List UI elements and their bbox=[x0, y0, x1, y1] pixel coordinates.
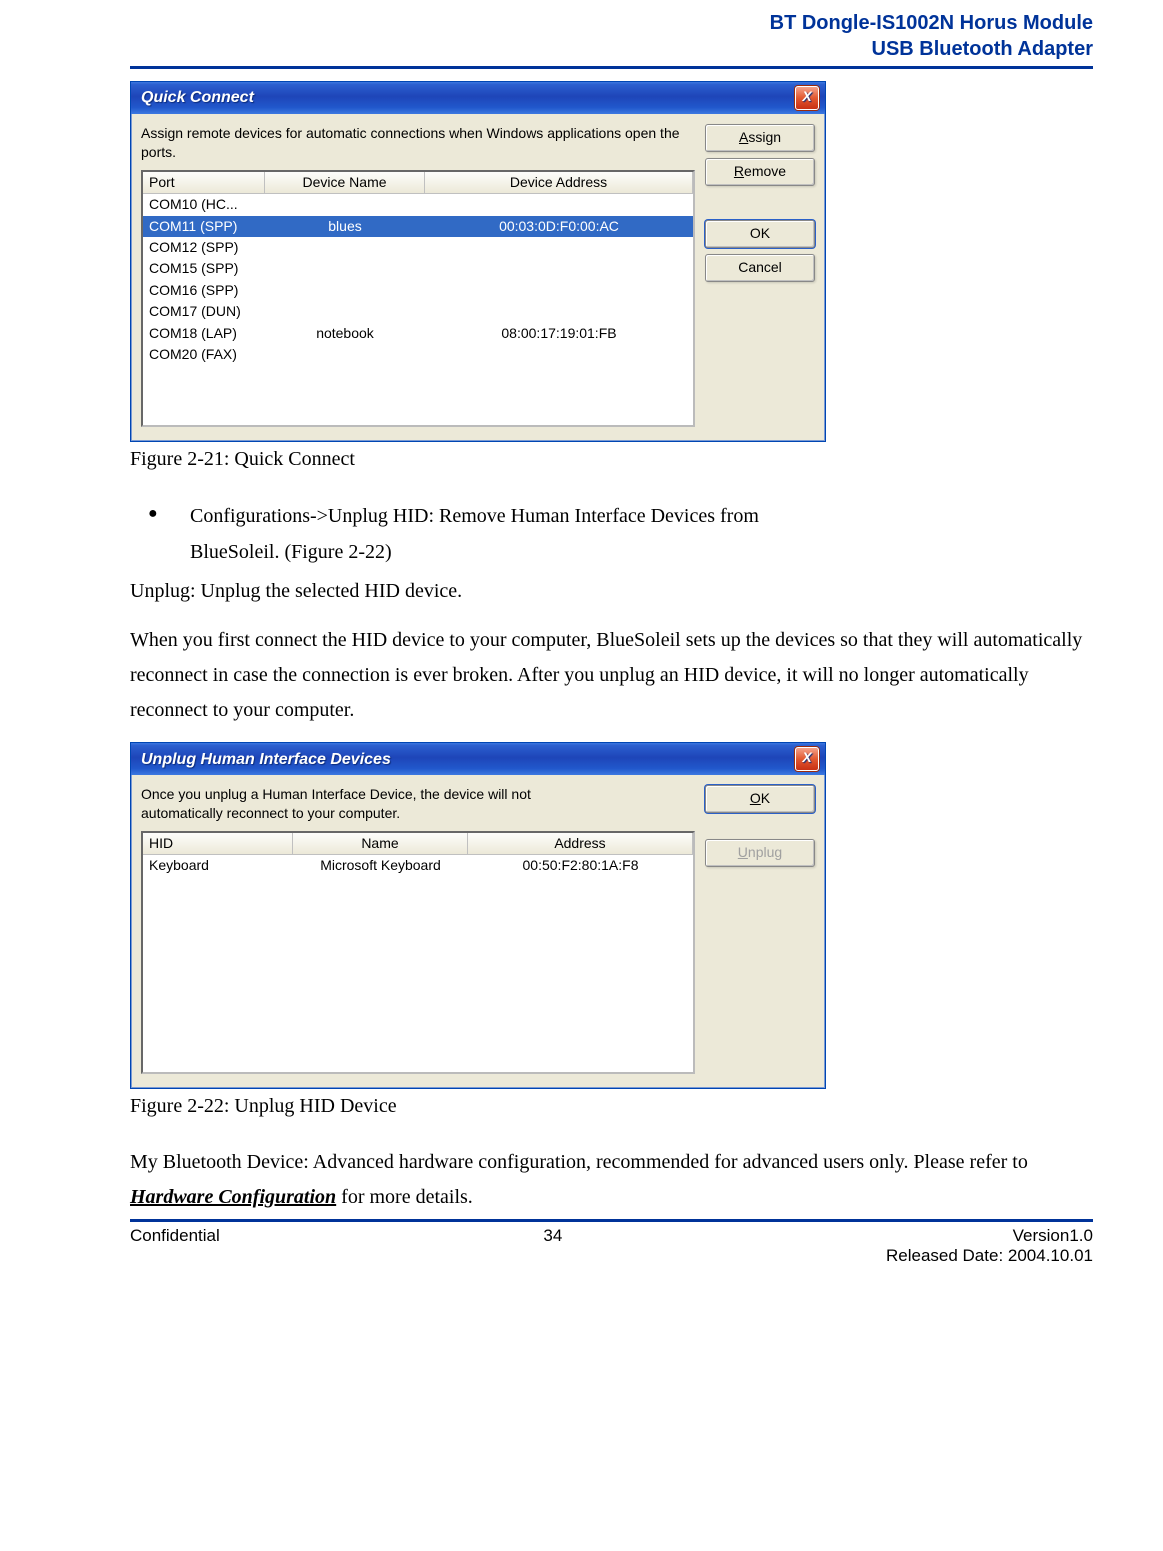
figure-caption-1: Figure 2-21: Quick Connect bbox=[130, 448, 1093, 470]
header-line-1: BT Dongle-IS1002N Horus Module bbox=[130, 10, 1093, 36]
column-address[interactable]: Address bbox=[468, 833, 693, 854]
hardware-configuration-link[interactable]: Hardware Configuration bbox=[130, 1186, 336, 1208]
column-device-name[interactable]: Device Name bbox=[265, 172, 425, 193]
listview-header: HID Name Address bbox=[143, 833, 693, 855]
assign-button[interactable]: Assign bbox=[705, 124, 815, 152]
quick-connect-dialog: Quick Connect X Assign remote devices fo… bbox=[130, 81, 826, 442]
table-row[interactable]: Keyboard Microsoft Keyboard 00:50:F2:80:… bbox=[143, 855, 693, 876]
table-row[interactable]: COM11 (SPP) blues 00:03:0D:F0:00:AC bbox=[143, 216, 693, 237]
footer-page-number: 34 bbox=[543, 1226, 562, 1266]
unplug-button[interactable]: Unplug bbox=[705, 839, 815, 867]
table-row[interactable]: COM10 (HC... bbox=[143, 194, 693, 215]
header-line-2: USB Bluetooth Adapter bbox=[130, 36, 1093, 62]
dialog-instruction: Assign remote devices for automatic conn… bbox=[141, 124, 695, 162]
footer-left: Confidential bbox=[130, 1226, 220, 1266]
dialog-title: Unplug Human Interface Devices bbox=[141, 751, 391, 769]
dialog-instruction: Once you unplug a Human Interface Device… bbox=[141, 785, 571, 823]
listview-header: Port Device Name Device Address bbox=[143, 172, 693, 194]
ok-button[interactable]: OK bbox=[705, 785, 815, 813]
column-hid[interactable]: HID bbox=[143, 833, 293, 854]
button-spacer bbox=[705, 192, 815, 214]
paragraph-bottom: My Bluetooth Device: Advanced hardware c… bbox=[130, 1145, 1093, 1215]
document-header: BT Dongle-IS1002N Horus Module USB Bluet… bbox=[130, 10, 1093, 62]
unplug-hid-dialog: Unplug Human Interface Devices X Once yo… bbox=[130, 742, 826, 1089]
table-row[interactable]: COM18 (LAP) notebook 08:00:17:19:01:FB bbox=[143, 323, 693, 344]
listview-padding bbox=[143, 365, 693, 425]
title-bar[interactable]: Quick Connect X bbox=[131, 82, 825, 114]
table-row[interactable]: COM17 (DUN) bbox=[143, 301, 693, 322]
close-icon[interactable]: X bbox=[795, 747, 819, 771]
column-device-address[interactable]: Device Address bbox=[425, 172, 693, 193]
bullet-item: Configurations->Unplug HID: Remove Human… bbox=[166, 498, 1093, 570]
cancel-button[interactable]: Cancel bbox=[705, 254, 815, 282]
document-footer: Confidential 34 Version1.0 Released Date… bbox=[130, 1226, 1093, 1266]
title-bar[interactable]: Unplug Human Interface Devices X bbox=[131, 743, 825, 775]
bullet-list: Configurations->Unplug HID: Remove Human… bbox=[130, 498, 1093, 570]
figure-caption-2: Figure 2-22: Unplug HID Device bbox=[130, 1095, 1093, 1117]
table-row[interactable]: COM15 (SPP) bbox=[143, 258, 693, 279]
table-row[interactable]: COM20 (FAX) bbox=[143, 344, 693, 365]
column-port[interactable]: Port bbox=[143, 172, 265, 193]
button-spacer bbox=[705, 819, 815, 833]
close-icon[interactable]: X bbox=[795, 86, 819, 110]
paragraph-unplug: Unplug: Unplug the selected HID device. bbox=[130, 574, 1093, 609]
footer-divider bbox=[130, 1219, 1093, 1222]
hid-listview[interactable]: HID Name Address Keyboard Microsoft Keyb… bbox=[141, 831, 695, 1074]
remove-button[interactable]: Remove bbox=[705, 158, 815, 186]
header-divider bbox=[130, 66, 1093, 69]
port-listview[interactable]: Port Device Name Device Address COM10 (H… bbox=[141, 170, 695, 428]
table-row[interactable]: COM12 (SPP) bbox=[143, 237, 693, 258]
footer-right: Version1.0 Released Date: 2004.10.01 bbox=[886, 1226, 1093, 1266]
listview-padding bbox=[143, 877, 693, 1072]
paragraph-explanation: When you first connect the HID device to… bbox=[130, 623, 1093, 728]
column-name[interactable]: Name bbox=[293, 833, 468, 854]
ok-button[interactable]: OK bbox=[705, 220, 815, 248]
table-row[interactable]: COM16 (SPP) bbox=[143, 280, 693, 301]
dialog-title: Quick Connect bbox=[141, 89, 254, 107]
